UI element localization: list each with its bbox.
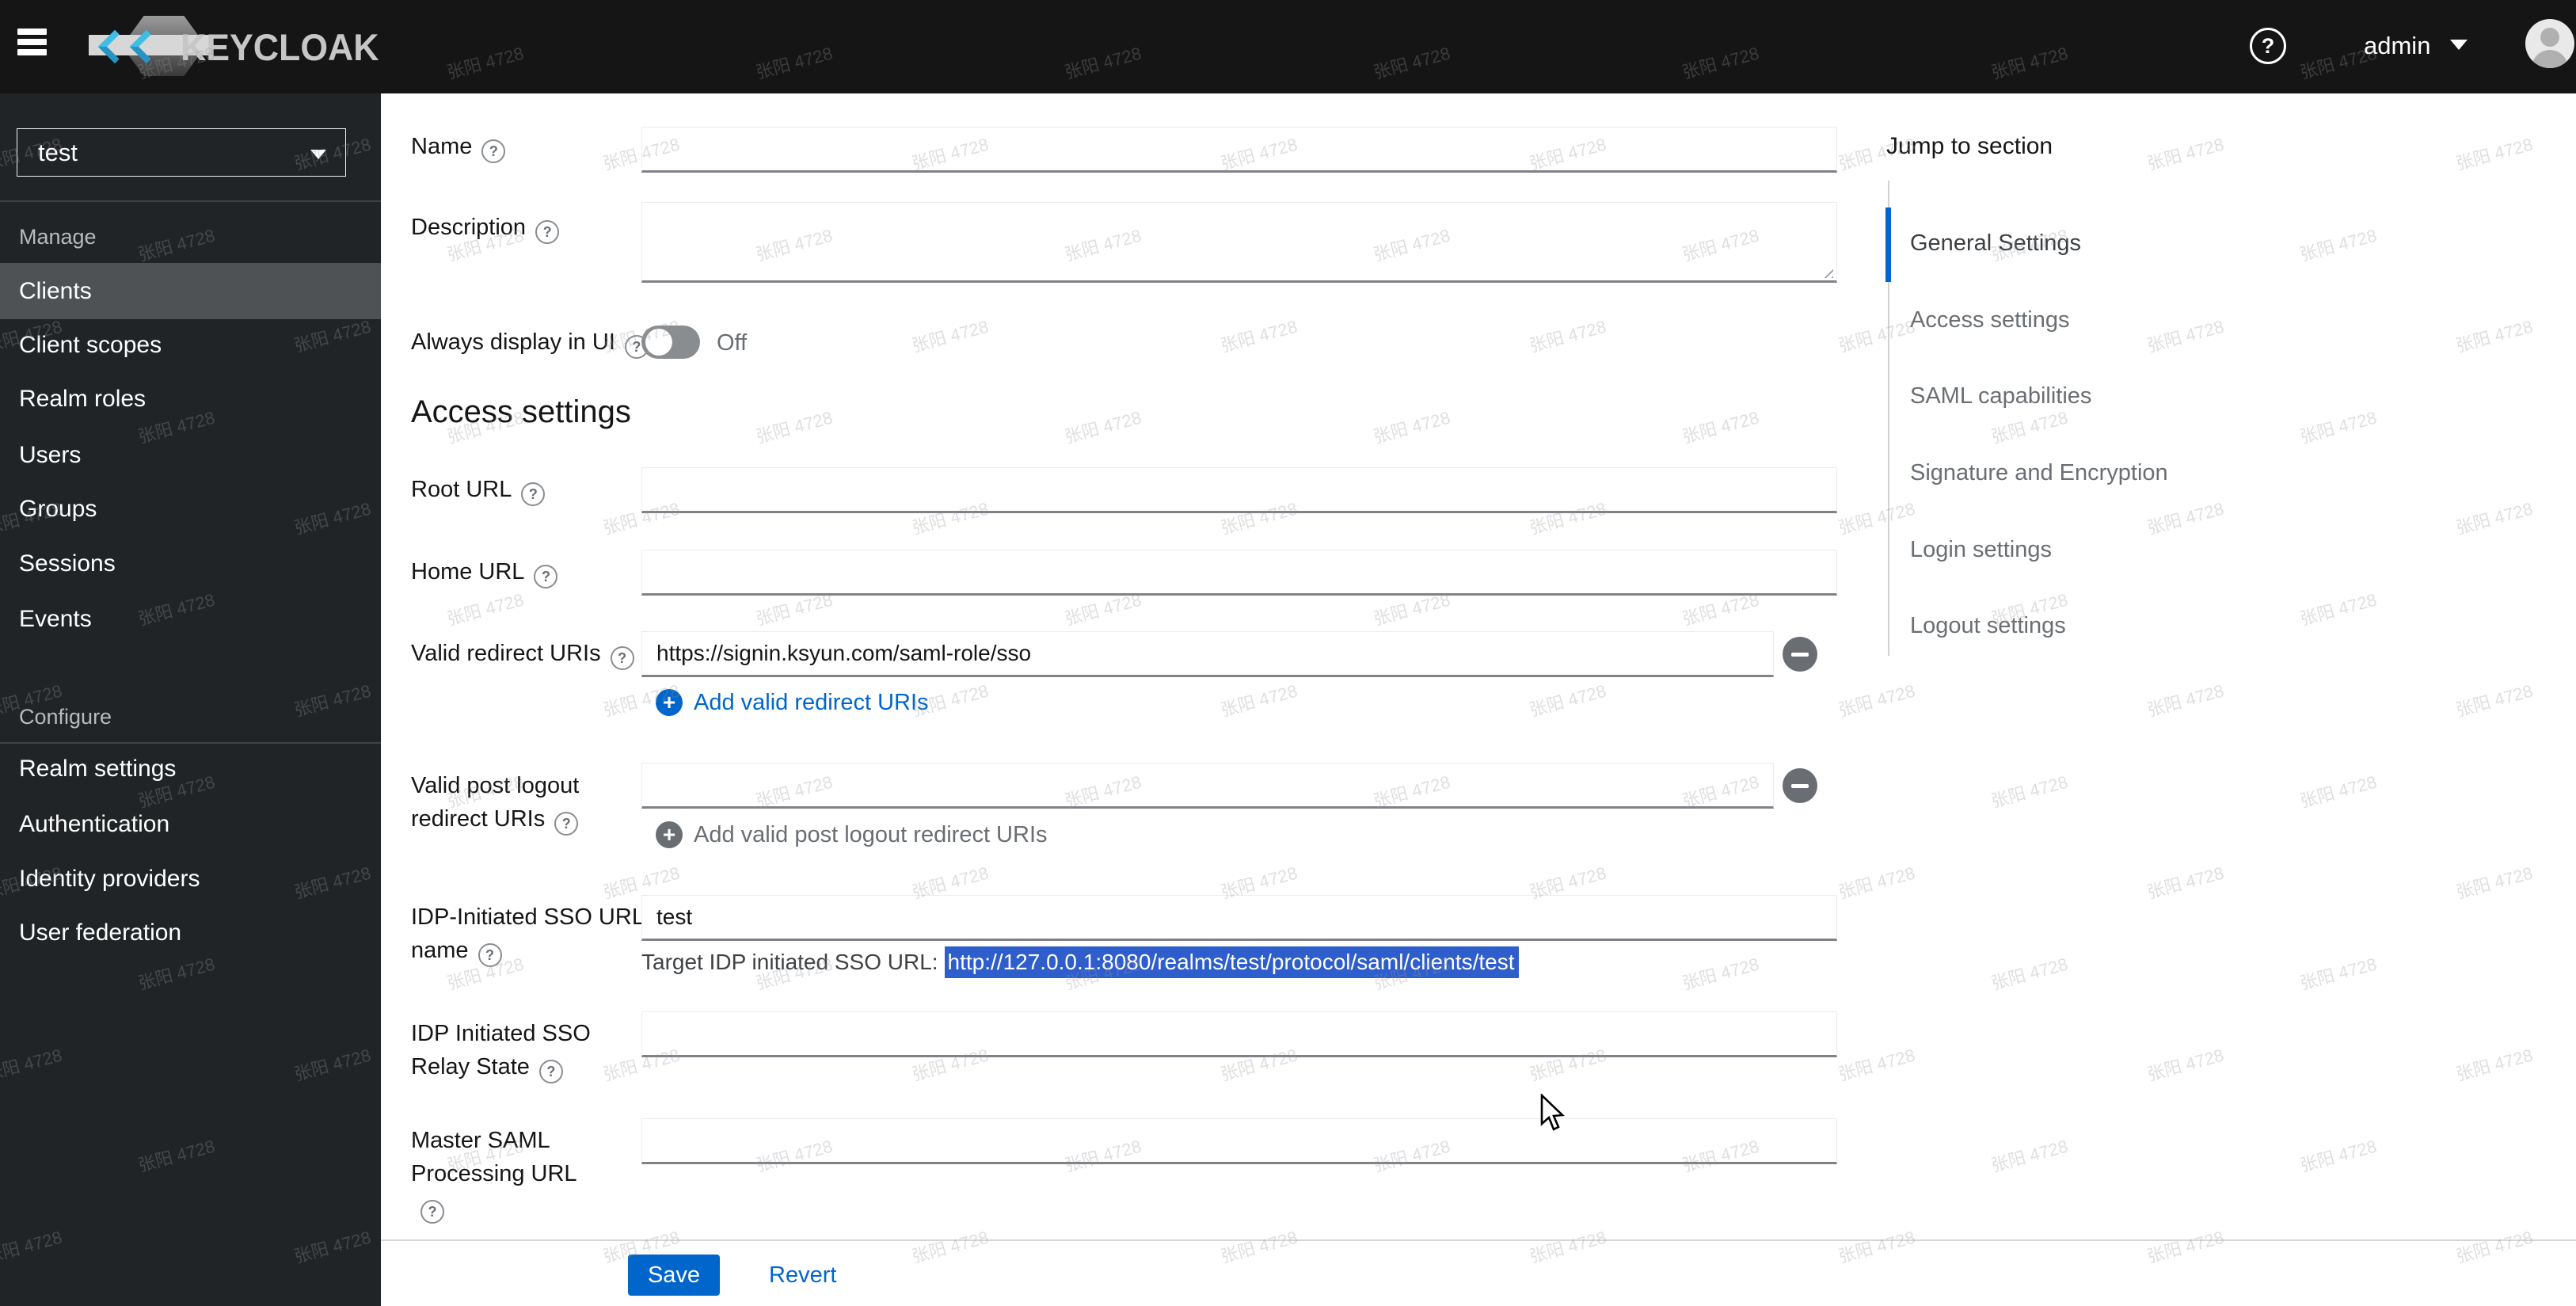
avatar[interactable] xyxy=(2525,19,2574,68)
sidebar-item-authentication[interactable]: Authentication xyxy=(0,798,381,851)
jump-item-logout-settings[interactable]: Logout settings xyxy=(1910,609,2066,642)
hamburger-menu-icon[interactable] xyxy=(17,29,48,60)
help-icon[interactable] xyxy=(538,1060,563,1083)
remove-redirect-uri-icon[interactable] xyxy=(1783,637,1817,672)
form-action-bar: Save Revert xyxy=(381,1239,2576,1306)
help-icon[interactable] xyxy=(521,482,546,506)
home-url-label: Home URL xyxy=(411,555,558,588)
sidebar-item-users[interactable]: Users xyxy=(0,428,381,482)
jump-item-access-settings[interactable]: Access settings xyxy=(1910,303,2069,337)
nav-group-manage: Manage xyxy=(19,225,97,249)
description-label: Description xyxy=(411,211,560,244)
plus-circle-icon: + xyxy=(656,689,683,716)
name-label: Name xyxy=(411,130,506,163)
help-icon[interactable] xyxy=(554,812,579,836)
sidebar-item-groups[interactable]: Groups xyxy=(0,482,381,536)
sidebar-item-realm-settings[interactable]: Realm settings xyxy=(0,742,381,796)
save-button[interactable]: Save xyxy=(628,1255,720,1296)
help-icon[interactable] xyxy=(478,943,502,967)
add-post-logout-uris-link[interactable]: + Add valid post logout redirect URIs xyxy=(656,821,1048,848)
idp-sso-url-name-label: IDP-Initiated SSO URL name xyxy=(411,900,649,967)
description-textarea[interactable] xyxy=(641,202,1837,283)
help-icon[interactable]: ? xyxy=(2250,28,2286,64)
plus-circle-icon: + xyxy=(656,821,683,848)
post-logout-uri-input[interactable] xyxy=(641,763,1774,809)
root-url-input[interactable] xyxy=(641,467,1837,513)
sidebar-item-identity-providers[interactable]: Identity providers xyxy=(0,852,381,906)
realm-selector[interactable]: test xyxy=(17,128,346,177)
name-input[interactable] xyxy=(641,127,1837,173)
idp-relay-state-input[interactable] xyxy=(641,1011,1837,1057)
sidebar-item-clients[interactable]: Clients xyxy=(0,263,381,319)
jump-item-login-settings[interactable]: Login settings xyxy=(1910,533,2052,566)
chevron-down-icon[interactable] xyxy=(2450,40,2468,50)
sidebar-nav: test Manage Clients Client scopes Realm … xyxy=(0,93,381,1306)
jump-item-saml-capabilities[interactable]: SAML capabilities xyxy=(1910,379,2091,413)
target-sso-url-highlighted[interactable]: http://127.0.0.1:8080/realms/test/protoc… xyxy=(944,946,1520,978)
nav-group-configure: Configure xyxy=(19,705,112,729)
help-icon[interactable] xyxy=(420,1200,444,1224)
sidebar-item-client-scopes[interactable]: Client scopes xyxy=(0,318,381,372)
sidebar-item-user-federation[interactable]: User federation xyxy=(0,906,381,960)
user-menu[interactable]: admin xyxy=(2364,32,2430,60)
home-url-input[interactable] xyxy=(641,550,1837,596)
always-display-label: Always display in UI xyxy=(411,326,649,359)
keycloak-logo: KEYCLOAK xyxy=(86,13,379,81)
jump-to-section-title: Jump to section xyxy=(1886,133,2053,159)
toggle-state-label: Off xyxy=(717,330,748,356)
master-saml-url-label: Master SAML Processing URL xyxy=(411,1124,597,1224)
root-url-label: Root URL xyxy=(411,473,546,506)
jump-active-indicator xyxy=(1885,208,1891,282)
chevron-down-icon xyxy=(310,150,326,159)
remove-post-logout-uri-icon[interactable] xyxy=(1783,768,1817,803)
valid-redirect-uris-label: Valid redirect URIs xyxy=(411,637,634,670)
always-display-toggle[interactable] xyxy=(641,326,700,359)
post-logout-uris-label: Valid post logout redirect URIs xyxy=(411,769,609,836)
target-sso-url-line: Target IDP initiated SSO URL: http://127.… xyxy=(641,946,1520,979)
revert-button[interactable]: Revert xyxy=(764,1262,841,1289)
add-valid-redirect-uris-link[interactable]: + Add valid redirect URIs xyxy=(656,689,929,716)
divider xyxy=(0,200,381,202)
idp-sso-url-name-input[interactable] xyxy=(641,895,1837,941)
idp-relay-state-label: IDP Initiated SSO Relay State xyxy=(411,1017,609,1083)
valid-redirect-uri-input[interactable] xyxy=(641,631,1774,677)
help-icon[interactable] xyxy=(535,220,560,244)
brand-text: KEYCLOAK xyxy=(181,26,379,68)
sidebar-item-realm-roles[interactable]: Realm roles xyxy=(0,372,381,426)
sidebar-item-events[interactable]: Events xyxy=(0,592,381,646)
access-settings-heading: Access settings xyxy=(411,394,631,429)
sidebar-item-sessions[interactable]: Sessions xyxy=(0,537,381,591)
jump-item-general-settings[interactable]: General Settings xyxy=(1910,227,2081,260)
help-icon[interactable] xyxy=(534,565,558,588)
jump-item-signature-encryption[interactable]: Signature and Encryption xyxy=(1910,456,2168,489)
help-icon[interactable] xyxy=(481,139,506,163)
realm-selector-value: test xyxy=(38,139,78,166)
masthead: KEYCLOAK ? admin xyxy=(0,0,2576,93)
master-saml-url-input[interactable] xyxy=(641,1118,1837,1164)
help-icon[interactable] xyxy=(610,646,634,670)
